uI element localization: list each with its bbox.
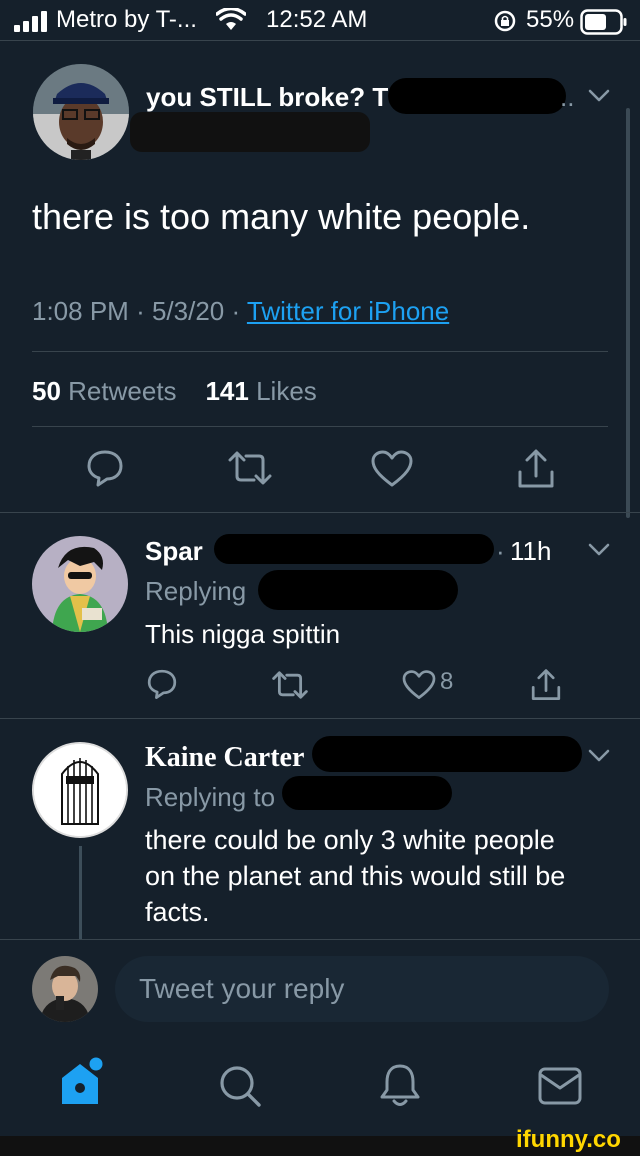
meta-separator: · <box>136 296 152 326</box>
redaction-mark <box>282 776 452 810</box>
reply-text: there could be only 3 white people on th… <box>145 822 565 930</box>
like-count: 8 <box>440 668 454 695</box>
tweet-meta: 1:08 PM · 5/3/20 · Twitter for iPhone <box>32 296 449 327</box>
retweets-label[interactable]: Retweets <box>68 376 176 406</box>
status-bar: Metro by T-... 12:52 AM 55% <box>0 0 640 42</box>
redaction-mark <box>258 570 458 610</box>
scrollbar[interactable] <box>626 108 630 518</box>
engagement-counts: 50 Retweets 141 Likes <box>32 376 317 407</box>
tweet-text: there is too many white people. <box>32 196 531 237</box>
like-icon[interactable] <box>402 670 436 700</box>
tweet-time: 1:08 PM <box>32 296 129 326</box>
reply-text-line: facts. <box>145 897 210 927</box>
search-icon[interactable] <box>218 1064 262 1108</box>
chevron-down-icon[interactable] <box>588 748 610 764</box>
retweets-count[interactable]: 50 <box>32 376 61 406</box>
reply-age: 11h <box>510 536 552 566</box>
retweet-icon[interactable] <box>272 670 308 700</box>
composer-divider <box>0 939 640 940</box>
reply-text-line: there could be only 3 white people <box>145 825 555 855</box>
reply-divider <box>0 718 640 719</box>
composer-placeholder[interactable]: Tweet your reply <box>139 973 344 1005</box>
redaction-mark <box>312 736 582 772</box>
share-icon[interactable] <box>516 448 556 490</box>
status-divider <box>0 40 640 41</box>
replying-to: Replying to <box>145 782 276 812</box>
reply-avatar[interactable] <box>32 742 128 838</box>
tweet-divider <box>32 426 608 427</box>
notifications-bell-icon[interactable] <box>380 1062 420 1108</box>
my-avatar[interactable] <box>32 956 98 1022</box>
chevron-down-icon[interactable] <box>588 542 610 558</box>
reply-composer[interactable]: Tweet your reply <box>115 956 609 1022</box>
main-author-name[interactable]: you STILL broke? T <box>146 82 388 113</box>
like-icon[interactable] <box>371 450 413 488</box>
likes-label[interactable]: Likes <box>256 376 317 406</box>
share-icon[interactable] <box>530 668 562 702</box>
replying-to: Replying <box>145 576 247 606</box>
reply-divider <box>0 512 640 513</box>
carrier-label: Metro by T-... <box>56 6 197 33</box>
reply-text-line: on the planet and this would still be <box>145 861 566 891</box>
clock: 12:52 AM <box>266 6 368 33</box>
rotation-lock-icon <box>494 10 516 32</box>
reply-author-name[interactable]: Spar <box>145 536 203 567</box>
likes-count[interactable]: 141 <box>205 376 248 406</box>
reply-separator: · <box>496 536 505 566</box>
reply-avatar[interactable] <box>32 536 128 632</box>
redaction-mark <box>388 78 566 114</box>
watermark-text: ifunny.co <box>516 1126 621 1153</box>
redaction-mark <box>214 534 494 564</box>
tweet-source-link[interactable]: Twitter for iPhone <box>247 296 449 326</box>
reply-author-name[interactable]: Kaine Carter <box>145 742 304 774</box>
battery-icon <box>580 9 628 35</box>
reply-icon[interactable] <box>85 448 125 488</box>
tweet-divider <box>32 351 608 352</box>
battery-percent: 55% <box>526 6 575 33</box>
redaction-mark <box>130 112 370 152</box>
home-icon[interactable] <box>58 1056 108 1108</box>
messages-envelope-icon[interactable] <box>538 1066 582 1106</box>
reply-icon[interactable] <box>146 668 178 700</box>
thread-line <box>79 846 82 940</box>
meta-separator: · <box>231 296 247 326</box>
tweet-date: 5/3/20 <box>151 296 225 326</box>
retweet-icon[interactable] <box>228 450 272 486</box>
signal-icon <box>14 10 50 32</box>
main-author-avatar[interactable] <box>33 64 129 160</box>
reply-text: This nigga spittin <box>145 619 341 649</box>
chevron-down-icon[interactable] <box>588 88 610 104</box>
ellipsis-text: .. <box>560 82 575 112</box>
wifi-icon <box>216 8 246 32</box>
